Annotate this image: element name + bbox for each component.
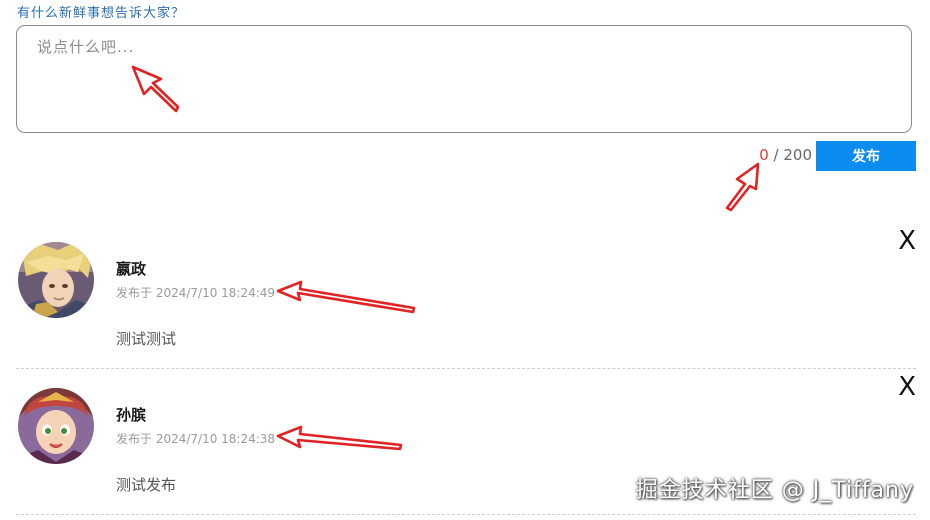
char-count-separator: / bbox=[768, 146, 784, 164]
page: 有什么新鲜事想告诉大家？ 0 / 200 发布 嬴政 发布于 2024/7/10… bbox=[0, 0, 930, 520]
post-content: 测试发布 bbox=[116, 476, 177, 494]
avatar-image bbox=[18, 388, 94, 464]
post-content: 测试测试 bbox=[116, 330, 177, 348]
delete-post-button[interactable]: X bbox=[898, 374, 916, 400]
post-time: 发布于 2024/7/10 18:24:38 bbox=[116, 432, 276, 446]
avatar bbox=[18, 242, 94, 318]
post-item: 嬴政 发布于 2024/7/10 18:24:49 测试测试 X bbox=[16, 228, 916, 369]
post-time: 发布于 2024/7/10 18:24:49 bbox=[116, 286, 276, 300]
avatar-image bbox=[18, 242, 94, 318]
char-count-max: 200 bbox=[783, 146, 812, 164]
post-author: 孙膑 bbox=[116, 406, 147, 424]
avatar bbox=[18, 388, 94, 464]
delete-post-button[interactable]: X bbox=[898, 228, 916, 254]
char-count-current: 0 bbox=[759, 146, 769, 164]
post-author: 嬴政 bbox=[116, 260, 147, 278]
publish-button[interactable]: 发布 bbox=[816, 141, 916, 171]
prompt-title: 有什么新鲜事想告诉大家？ bbox=[17, 6, 186, 21]
post-input[interactable] bbox=[16, 25, 912, 133]
char-counter: 0 / 200 bbox=[759, 146, 812, 164]
watermark: 掘金技术社区 @ J_Tiffany bbox=[635, 478, 914, 503]
